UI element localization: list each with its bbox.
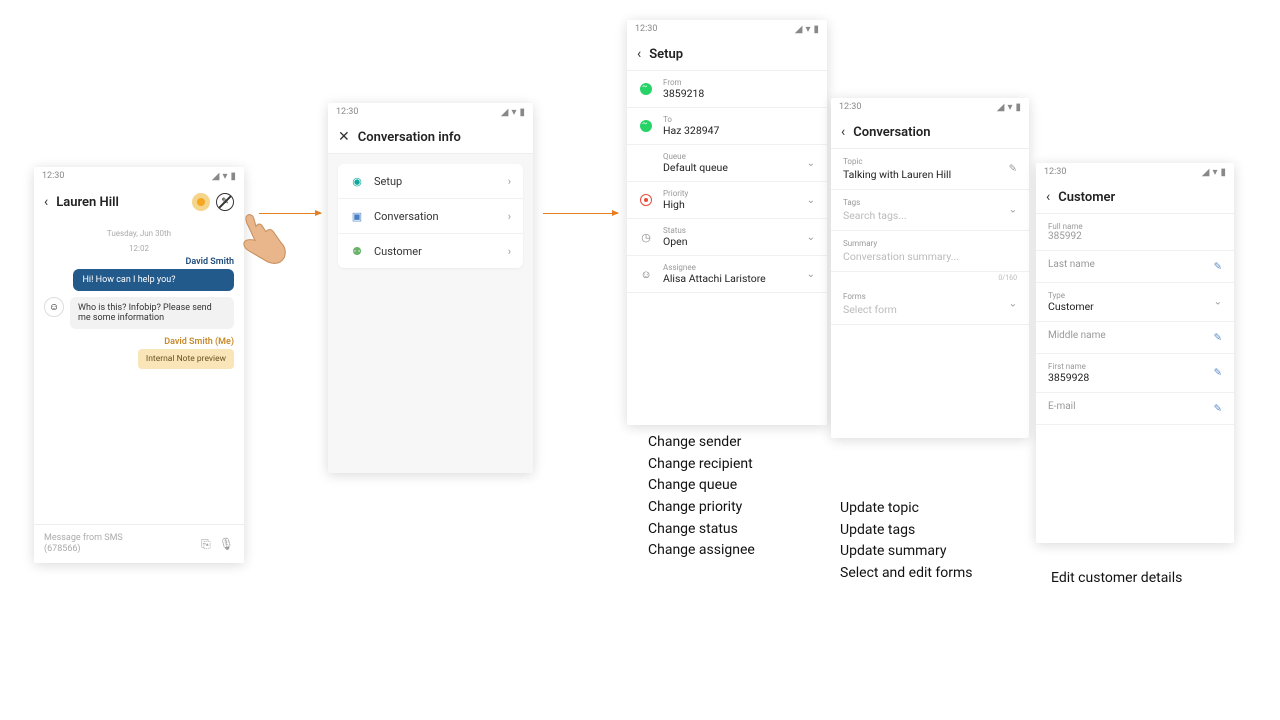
conversation-icon: ▣ <box>350 209 364 223</box>
queue-field[interactable]: QueueDefault queue ⌄ <box>627 145 827 182</box>
clock: 12:30 <box>1044 167 1066 177</box>
sender-name: David Smith <box>44 255 234 269</box>
menu-item-conversation[interactable]: ▣ Conversation › <box>338 199 523 234</box>
pencil-icon[interactable]: ✎ <box>1214 261 1222 272</box>
pencil-icon[interactable]: ✎ <box>1214 403 1222 414</box>
chat-title: Lauren Hill <box>56 195 184 210</box>
middlename-field[interactable]: Middle name ✎ <box>1036 322 1234 354</box>
mic-icon[interactable]: 🎙 <box>219 537 234 551</box>
chevron-down-icon: ⌄ <box>807 232 815 243</box>
priority-field[interactable]: PriorityHigh ⌄ <box>627 182 827 219</box>
attach-icon[interactable]: ⎘ <box>201 537 211 552</box>
setup-screen: 12:30 ◢▾▮ ‹ Setup From3859218 ToHaz 3289… <box>627 20 827 425</box>
fullname-field[interactable]: Full name 385992 <box>1036 214 1234 251</box>
composer-input[interactable]: Message from SMS (678566) <box>44 533 193 555</box>
chat-screen: 12:30 ◢▾▮ ‹ Lauren Hill Tuesday, Jun 30t… <box>34 167 244 563</box>
to-field[interactable]: ToHaz 328947 <box>627 108 827 145</box>
chevron-down-icon: ⌄ <box>807 195 815 206</box>
status-icons: ◢▾▮ <box>501 107 525 118</box>
presence-indicator <box>192 193 210 211</box>
outgoing-message: Hi! How can I help you? <box>73 269 235 291</box>
clock: 12:30 <box>635 24 657 34</box>
status-icons: ◢▾▮ <box>997 102 1021 113</box>
edit-conversation-icon[interactable] <box>216 193 234 211</box>
setup-title: Setup <box>649 47 817 62</box>
info-title: Conversation info <box>358 130 523 145</box>
chevron-down-icon: ⌄ <box>807 269 815 280</box>
status-icons: ◢▾▮ <box>795 24 819 35</box>
conversation-screen: 12:30 ◢▾▮ ‹ Conversation Topic Talking w… <box>831 98 1029 438</box>
status-bar: 12:30 ◢▾▮ <box>627 20 827 38</box>
status-bar: 12:30 ◢▾▮ <box>831 98 1029 116</box>
caption-setup: Change sender Change recipient Change qu… <box>648 432 755 562</box>
clock: 12:30 <box>42 171 64 181</box>
topic-field[interactable]: Topic Talking with Lauren Hill ✎ <box>831 149 1029 190</box>
pencil-icon[interactable]: ✎ <box>1009 164 1017 175</box>
pencil-icon[interactable]: ✎ <box>1214 332 1222 343</box>
clock: 12:30 <box>839 102 861 112</box>
chevron-down-icon: ⌄ <box>1009 205 1017 216</box>
setup-icon: ◉ <box>350 174 364 188</box>
pencil-icon[interactable]: ✎ <box>1214 368 1222 379</box>
incoming-message: Who is this? Infobip? Please send me som… <box>70 297 234 329</box>
customer-header: ‹ Customer <box>1036 181 1234 214</box>
status-field[interactable]: ◷ StatusOpen ⌄ <box>627 219 827 256</box>
status-open-icon: ◷ <box>639 231 653 244</box>
char-counter: 0/160 <box>831 272 1029 284</box>
arrow-icon <box>543 213 618 214</box>
chat-header: ‹ Lauren Hill <box>34 185 244 219</box>
chat-time: 12:02 <box>44 240 234 255</box>
whatsapp-icon <box>639 120 653 132</box>
info-header: ✕ Conversation info <box>328 121 533 154</box>
person-icon: ☺ <box>639 268 653 281</box>
status-bar: 12:30 ◢▾▮ <box>34 167 244 185</box>
conversation-header: ‹ Conversation <box>831 116 1029 149</box>
email-field[interactable]: E-mail ✎ <box>1036 393 1234 425</box>
chevron-down-icon: ⌄ <box>1214 297 1222 308</box>
summary-field[interactable]: Summary Conversation summary... <box>831 231 1029 272</box>
chevron-down-icon: ⌄ <box>1009 299 1017 310</box>
chat-body: Tuesday, Jun 30th 12:02 David Smith Hi! … <box>34 219 244 375</box>
customer-icon: ⚉ <box>350 244 364 258</box>
firstname-field[interactable]: First name 3859928 ✎ <box>1036 354 1234 393</box>
caption-conversation: Update topic Update tags Update summary … <box>840 498 973 585</box>
status-bar: 12:30 ◢▾▮ <box>328 103 533 121</box>
back-icon[interactable]: ‹ <box>44 194 48 210</box>
customer-title: Customer <box>1058 190 1224 205</box>
lastname-field[interactable]: Last name ✎ <box>1036 251 1234 283</box>
info-menu: ◉ Setup › ▣ Conversation › ⚉ Customer › <box>338 164 523 268</box>
whatsapp-icon <box>639 83 653 95</box>
message-composer[interactable]: Message from SMS (678566) ⎘ 🎙 <box>34 524 244 563</box>
caption-customer: Edit customer details <box>1051 568 1182 590</box>
conversation-info-screen: 12:30 ◢▾▮ ✕ Conversation info ◉ Setup › … <box>328 103 533 473</box>
from-field[interactable]: From3859218 <box>627 71 827 108</box>
priority-high-icon <box>639 194 653 206</box>
conversation-title: Conversation <box>853 125 1019 140</box>
forms-field[interactable]: Forms Select form ⌄ <box>831 284 1029 325</box>
back-icon[interactable]: ‹ <box>1046 189 1050 205</box>
type-field[interactable]: Type Customer ⌄ <box>1036 283 1234 322</box>
status-icons: ◢▾▮ <box>1202 167 1226 178</box>
tags-field[interactable]: Tags Search tags... ⌄ <box>831 190 1029 231</box>
internal-note: Internal Note preview <box>138 349 234 369</box>
avatar-icon: ☺ <box>44 297 64 317</box>
chevron-right-icon: › <box>508 210 511 223</box>
chevron-right-icon: › <box>508 245 511 258</box>
pointer-hand-icon <box>235 210 290 275</box>
clock: 12:30 <box>336 107 358 117</box>
status-bar: 12:30 ◢▾▮ <box>1036 163 1234 181</box>
chat-date: Tuesday, Jun 30th <box>44 225 234 240</box>
assignee-field[interactable]: ☺ AssigneeAlisa Attachi Laristore ⌄ <box>627 256 827 293</box>
menu-item-setup[interactable]: ◉ Setup › <box>338 164 523 199</box>
customer-screen: 12:30 ◢▾▮ ‹ Customer Full name 385992 La… <box>1036 163 1234 543</box>
back-icon[interactable]: ‹ <box>841 124 845 140</box>
sender-me: David Smith (Me) <box>44 335 234 349</box>
setup-header: ‹ Setup <box>627 38 827 71</box>
chevron-down-icon: ⌄ <box>807 158 815 169</box>
chevron-right-icon: › <box>508 175 511 188</box>
status-icons: ◢▾▮ <box>212 171 236 182</box>
close-icon[interactable]: ✕ <box>338 129 350 145</box>
back-icon[interactable]: ‹ <box>637 46 641 62</box>
menu-item-customer[interactable]: ⚉ Customer › <box>338 234 523 268</box>
